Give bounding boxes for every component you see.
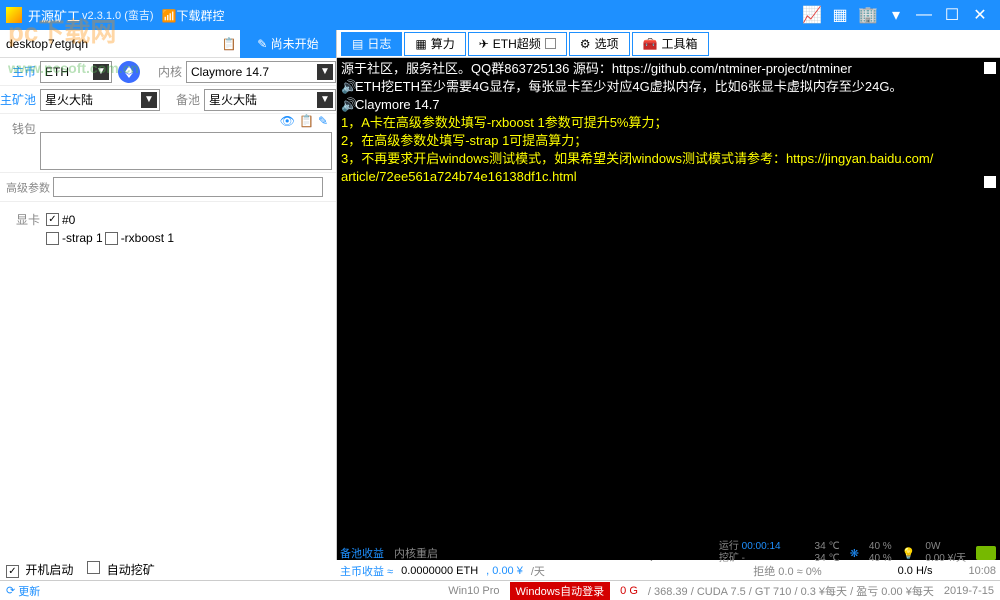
console-line: 1，A卡在高级参数处填写-rxboost 1参数可提升5%算力；	[341, 114, 996, 132]
tabs: ▤ 日志 ▦ 算力 ✈ ETH超频 ⚙ 选项 🧰 工具箱	[337, 30, 1000, 58]
advanced-label: 高级参数	[6, 183, 50, 195]
start-button[interactable]: ✎ 尚未开始	[240, 30, 336, 58]
eye-icon[interactable]: 👁	[280, 114, 295, 128]
backup-label: 备池	[160, 91, 204, 108]
minimize-button[interactable]: —	[910, 1, 938, 29]
gpu-label: 显卡	[6, 211, 40, 228]
chevron-down-icon[interactable]: ▾	[882, 1, 910, 29]
tab-eth-oc[interactable]: ✈ ETH超频	[468, 32, 567, 56]
clock: 10:08	[968, 565, 996, 577]
wallet-label: 钱包	[0, 114, 40, 137]
console-marker-mid	[984, 176, 996, 188]
status-panel: 备池收益 内核重启 ⛏ 尚未开始 运行 00:00:14挖矿 - 🌡 34 ℃3…	[340, 544, 996, 580]
pool-label: 主矿池	[0, 91, 40, 108]
console-line: 2，在高级参数处填写-strap 1可提高算力；	[341, 132, 996, 150]
footer: ⟳ 更新 Win10 Pro Windows自动登录 0 G / 368.39 …	[0, 580, 1000, 600]
console-line: 🔊ETH挖ETH至少需要4G显存，每张显卡至少对应4G虚拟内存，比如6张显卡虚拟…	[341, 78, 996, 96]
close-button[interactable]: ✕	[966, 1, 994, 29]
building-icon[interactable]: 🏢	[854, 1, 882, 29]
strap-checkbox[interactable]	[46, 232, 59, 245]
dig-icon: ⛏	[637, 545, 655, 562]
autologin-badge[interactable]: Windows自动登录	[510, 582, 611, 600]
gpu-info: / 368.39 / CUDA 7.5 / GT 710 / 0.3 ¥每天 /…	[648, 583, 934, 599]
paste-icon[interactable]: 📋	[299, 114, 314, 128]
strap-label: -strap 1	[62, 231, 103, 245]
kernel-label: 内核	[146, 63, 186, 80]
autostart-checkbox[interactable]	[6, 565, 19, 578]
grid-icon[interactable]: ▦	[826, 1, 854, 29]
temp-icon: 🌡	[791, 547, 805, 560]
chart-icon[interactable]: 📈	[798, 1, 826, 29]
kernel-select[interactable]: Claymore 14.7▼	[186, 61, 336, 83]
console-line: 🔊Claymore 14.7	[341, 96, 996, 114]
kernel-restart: 内核重启	[394, 545, 438, 561]
titlebar: 开源矿工 v2.3.1.0 (蛮吉) 📶下载群控 📈 ▦ 🏢 ▾ — ☐ ✕	[0, 0, 1000, 30]
hashrate: 0.0 H/s	[898, 565, 933, 577]
coin-label: 主币	[0, 63, 40, 80]
rxboost-checkbox[interactable]	[105, 232, 118, 245]
workstation-name: desktop7etgfqh	[0, 37, 218, 51]
console-line: 3，不再要求开启windows测试模式，如果希望关闭windows测试模式请参考…	[341, 150, 996, 168]
download-link[interactable]: 📶下载群控	[162, 7, 225, 24]
update-button[interactable]: ⟳ 更新	[6, 583, 40, 599]
backup-select[interactable]: 星火大陆▼	[204, 89, 336, 111]
fan-icon: ❋	[850, 547, 859, 560]
status-text: 尚未开始	[665, 545, 709, 561]
eth-icon	[118, 61, 140, 83]
copy-icon[interactable]: 📋	[218, 37, 240, 51]
console: 源于社区，服务社区。QQ群863725136 源码：https://github…	[337, 58, 1000, 560]
tab-toolbox[interactable]: 🧰 工具箱	[632, 32, 709, 56]
date: 2019-7-15	[944, 585, 994, 597]
main-income-label: 主币收益 ≈	[340, 563, 393, 579]
tab-log[interactable]: ▤ 日志	[341, 32, 402, 56]
wallet-input[interactable]	[40, 132, 332, 170]
backup-income-link[interactable]: 备池收益	[340, 545, 384, 561]
pool-select[interactable]: 星火大陆▼	[40, 89, 160, 111]
os-label: Win10 Pro	[448, 585, 499, 597]
bottom-left-options: 开机启动 自动挖矿	[6, 561, 155, 578]
coin-select[interactable]: ETH▼	[40, 61, 112, 83]
power-icon: 💡	[902, 547, 916, 560]
console-line: article/72ee561a724b74e16138df1c.html	[341, 168, 996, 186]
maximize-button[interactable]: ☐	[938, 1, 966, 29]
app-logo-icon	[6, 7, 22, 23]
tab-hashrate[interactable]: ▦ 算力	[404, 32, 465, 56]
console-marker-top	[984, 62, 996, 74]
console-line: 源于社区，服务社区。QQ群863725136 源码：https://github…	[341, 60, 996, 78]
automine-checkbox[interactable]	[87, 561, 100, 574]
left-panel: desktop7etgfqh 📋 ✎ 尚未开始 主币 ETH▼ 内核 Claym…	[0, 30, 337, 560]
edit-icon[interactable]: ✎	[318, 114, 328, 128]
gpu0-checkbox[interactable]	[46, 213, 59, 226]
advanced-input[interactable]	[53, 177, 323, 197]
rxboost-label: -rxboost 1	[121, 231, 174, 245]
app-version: v2.3.1.0 (蛮吉)	[82, 7, 154, 23]
nvidia-icon	[976, 546, 996, 560]
tab-options[interactable]: ⚙ 选项	[569, 32, 630, 56]
gpu0-label: #0	[62, 213, 75, 227]
app-title: 开源矿工	[28, 6, 80, 25]
zero-g: 0 G	[620, 585, 638, 597]
